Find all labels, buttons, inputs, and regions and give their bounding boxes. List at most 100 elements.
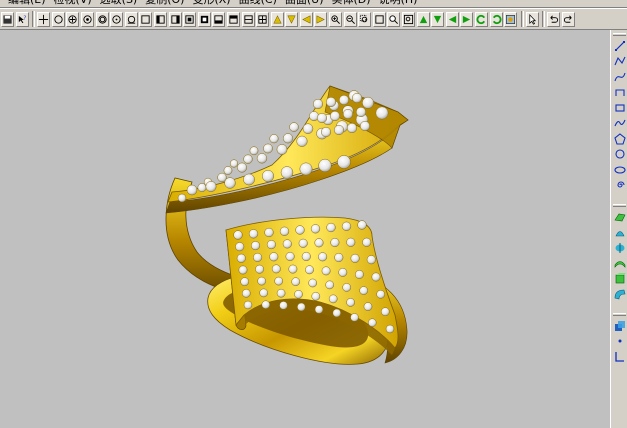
render-button[interactable] — [504, 11, 518, 27]
toolbar-grip[interactable] — [613, 204, 626, 207]
menu-item[interactable]: 检视(V) — [54, 0, 92, 7]
zoom-selected-button[interactable] — [387, 11, 401, 27]
circle-button[interactable] — [51, 11, 65, 27]
rotate-cw-icon — [492, 14, 502, 24]
diamond — [301, 251, 311, 262]
polygon-button[interactable] — [613, 132, 626, 145]
snap-center-button[interactable] — [66, 11, 80, 27]
four-view-button[interactable] — [256, 11, 270, 27]
menu-item[interactable]: 变形(X) — [192, 0, 230, 7]
diamond — [279, 301, 288, 310]
free-curve-button[interactable] — [613, 117, 626, 130]
arrow-left-button[interactable] — [299, 11, 313, 27]
arrow-right-button[interactable] — [314, 11, 328, 27]
view-top-button[interactable] — [183, 11, 197, 27]
curve-button[interactable] — [613, 70, 626, 83]
view-back-button[interactable] — [168, 11, 182, 27]
green-up-button[interactable] — [416, 11, 430, 27]
menu-item[interactable]: 实体(D) — [332, 0, 371, 7]
dimension-button[interactable] — [613, 350, 626, 363]
diamond — [321, 266, 331, 276]
sweep-button[interactable] — [613, 257, 626, 270]
snap-tangent-button[interactable] — [124, 11, 138, 27]
zoom-in-button[interactable] — [329, 11, 343, 27]
triangle-up-button[interactable] — [270, 11, 284, 27]
green-down-button[interactable] — [431, 11, 445, 27]
rotate-ccw-button[interactable] — [475, 11, 488, 27]
surface-button[interactable] — [613, 210, 626, 223]
snap-mid-button[interactable] — [110, 11, 124, 27]
polyline-icon — [613, 56, 625, 66]
diamond — [359, 286, 369, 295]
view-bottom-button[interactable] — [197, 11, 211, 27]
menu-item[interactable]: 曲线(C) — [239, 0, 277, 7]
save-button[interactable] — [1, 11, 14, 27]
zoom-out-button[interactable] — [343, 11, 357, 27]
diamond — [351, 92, 363, 104]
snap-end-button[interactable] — [80, 11, 94, 27]
diamond — [177, 193, 187, 203]
menu-item[interactable]: 复制(O) — [145, 0, 184, 7]
menu-item[interactable]: 选取(S) — [100, 0, 138, 7]
extrude-button[interactable] — [613, 272, 626, 285]
menu-item[interactable]: 编辑(E) — [8, 0, 46, 7]
spiral-button[interactable] — [613, 179, 626, 192]
select-pointer-button[interactable] — [525, 11, 539, 27]
box-button[interactable] — [139, 11, 153, 27]
diamond — [305, 265, 314, 275]
green-right-button[interactable] — [460, 11, 474, 27]
toolbar-separator — [520, 11, 524, 27]
diamond — [376, 289, 386, 299]
diamond — [224, 177, 236, 189]
diamond — [243, 154, 253, 164]
help-pointer-button[interactable]: ? — [15, 11, 29, 27]
diamond — [333, 124, 345, 136]
diamond — [310, 224, 321, 234]
diamond — [350, 253, 360, 263]
zoom-window-icon — [360, 14, 368, 22]
diamond — [229, 159, 239, 168]
arc-button[interactable] — [613, 86, 626, 99]
diamond — [261, 300, 271, 309]
redo-button[interactable] — [561, 11, 575, 27]
snap-end-icon — [83, 14, 92, 24]
diamond — [318, 252, 328, 262]
menu-item[interactable]: 曲面(U) — [285, 0, 324, 7]
blend-button[interactable] — [613, 288, 626, 301]
menu-item[interactable]: 说明(H) — [379, 0, 418, 7]
view-left-button[interactable] — [212, 11, 226, 27]
rotate-cw-button[interactable] — [489, 11, 503, 27]
triangle-down-button[interactable] — [285, 11, 299, 27]
surface-icon — [613, 213, 625, 221]
dot-button[interactable] — [613, 335, 626, 348]
split-view-button[interactable] — [241, 11, 255, 27]
polyline-button[interactable] — [613, 55, 626, 68]
diamond — [338, 267, 348, 277]
diamond — [326, 222, 336, 233]
circle-tool-button[interactable] — [613, 148, 626, 161]
view-front-button[interactable] — [153, 11, 167, 27]
loft-button[interactable] — [613, 226, 626, 239]
perspective-viewport[interactable] — [0, 30, 610, 428]
diamond — [312, 98, 324, 110]
undo-button[interactable] — [547, 11, 561, 27]
diamond — [371, 272, 381, 282]
ellipse-button[interactable] — [613, 163, 626, 176]
point-button[interactable] — [37, 11, 51, 27]
diamond — [249, 146, 259, 156]
green-left-button[interactable] — [445, 11, 459, 27]
rectangle-button[interactable] — [613, 101, 626, 114]
diamond — [276, 144, 288, 155]
zoom-extent-button[interactable] — [372, 11, 386, 27]
diamond — [338, 94, 350, 106]
line-button[interactable] — [613, 39, 626, 52]
toolbar-grip[interactable] — [613, 313, 626, 316]
zoom-all-button[interactable] — [402, 11, 416, 27]
view-right-button[interactable] — [226, 11, 240, 27]
toolbar-grip[interactable] — [613, 33, 626, 36]
diamond — [255, 264, 265, 274]
revolve-button[interactable] — [613, 241, 626, 254]
zoom-window-button[interactable] — [358, 11, 372, 27]
snap-near-button[interactable] — [95, 11, 109, 27]
solid-box-button[interactable] — [613, 319, 626, 332]
